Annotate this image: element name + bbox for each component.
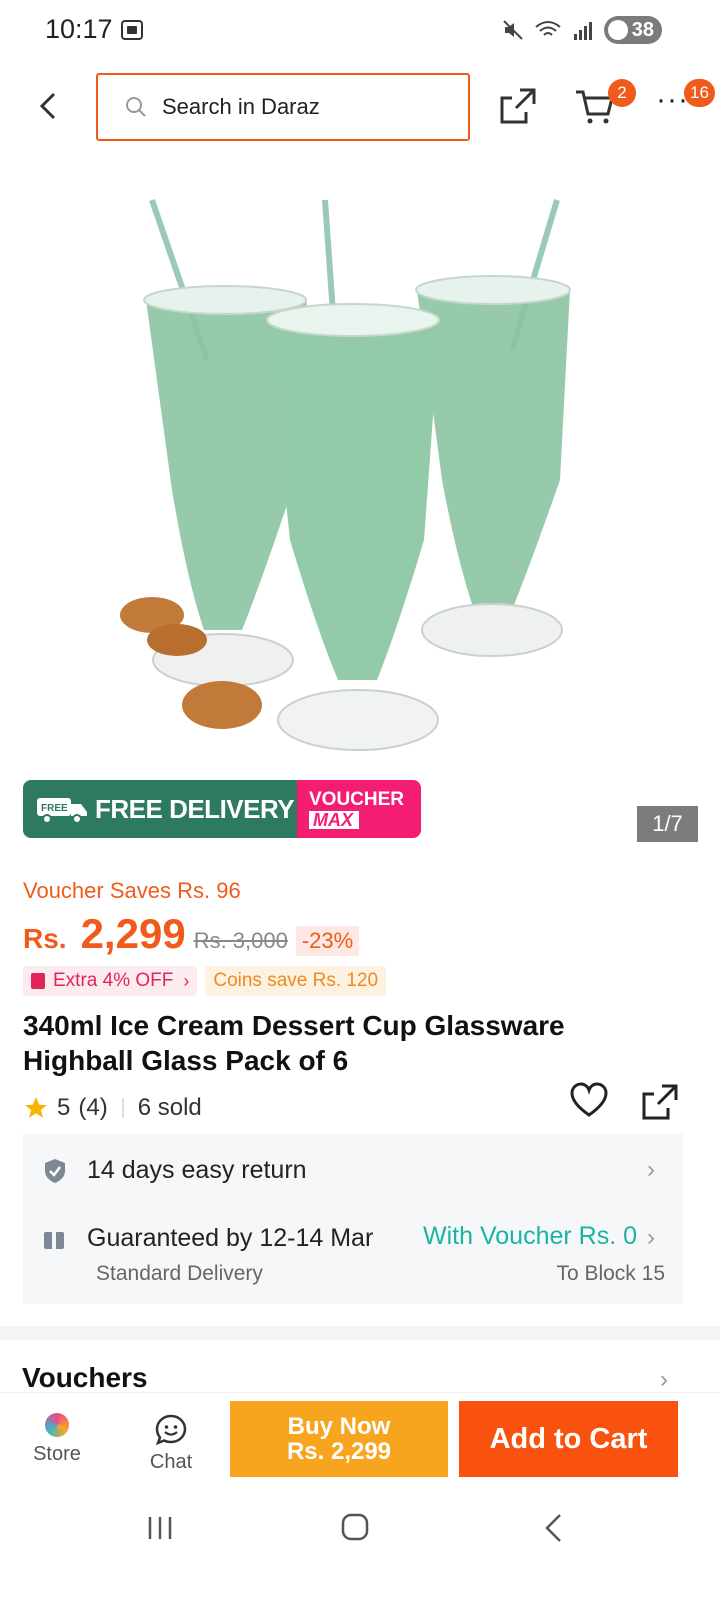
image-counter: 1/7	[637, 806, 698, 842]
chevron-right-icon: ›	[183, 970, 190, 991]
chat-button[interactable]: Chat	[136, 1413, 206, 1474]
section-divider	[0, 1326, 720, 1340]
chevron-right-icon[interactable]: ›	[660, 1366, 668, 1394]
voucher-shipping-text[interactable]: With Voucher Rs. 0	[423, 1222, 637, 1251]
shield-check-icon	[45, 1158, 65, 1183]
status-icons: 38	[502, 16, 662, 44]
delivery-guarantee-text: Guaranteed by 12-14 Mar	[87, 1224, 374, 1252]
notification-badge: 16	[684, 79, 715, 107]
product-image[interactable]	[112, 160, 598, 780]
search-icon	[126, 97, 146, 117]
wifi-icon	[535, 21, 561, 36]
free-tag: FREE	[41, 803, 68, 814]
mute-icon	[503, 20, 523, 40]
delivery-truck-icon: FREE	[37, 798, 87, 824]
buy-now-button[interactable]: Buy Now Rs. 2,299	[230, 1401, 448, 1477]
offer-chips: Extra 4% OFF › Coins save Rs. 120	[23, 966, 387, 996]
share-icon[interactable]	[498, 86, 538, 126]
top-nav: Search in Daraz 2 ··· 16	[0, 62, 720, 152]
search-input[interactable]: Search in Daraz	[96, 73, 470, 141]
battery-level: 38	[631, 18, 654, 41]
sold-count: 6 sold	[137, 1094, 202, 1121]
currency-label: Rs.	[23, 923, 67, 954]
coins-chip: Coins save Rs. 120	[205, 966, 387, 996]
max-label: MAX	[309, 810, 359, 829]
promo-banner: FREE FREE DELIVERY VOUCHER MAX	[23, 780, 421, 838]
free-delivery-label: FREE DELIVERY	[95, 793, 295, 824]
extra-off-label: Extra 4% OFF	[53, 970, 174, 991]
chevron-right-icon[interactable]: ›	[647, 1224, 655, 1252]
delivery-row[interactable]: Guaranteed by 12-14 Mar	[43, 1224, 373, 1253]
screen-record-icon	[121, 20, 143, 40]
bottom-action-bar: Store Chat Buy Now Rs. 2,299 Add to Cart	[0, 1392, 720, 1490]
discount-tag-icon	[31, 973, 45, 989]
home-icon[interactable]	[340, 1512, 370, 1542]
search-placeholder: Search in Daraz	[162, 94, 320, 119]
status-bar: 10:17 38	[0, 0, 720, 62]
system-nav-bar	[0, 1490, 720, 1600]
divider	[121, 1098, 124, 1118]
free-delivery-badge: FREE FREE DELIVERY	[23, 780, 297, 838]
delivery-type-text: Standard Delivery	[96, 1262, 263, 1285]
rating-score: 5	[57, 1094, 71, 1121]
current-price: 2,299	[80, 910, 186, 957]
store-logo-icon	[45, 1413, 69, 1437]
cart-count-badge: 2	[608, 79, 636, 107]
system-back-icon[interactable]	[542, 1512, 564, 1544]
service-info-card: 14 days easy return › Guaranteed by 12-1…	[23, 1134, 683, 1304]
star-icon	[25, 1097, 47, 1118]
add-to-cart-button[interactable]: Add to Cart	[459, 1401, 678, 1477]
wishlist-heart-icon[interactable]	[570, 1082, 608, 1118]
battery-indicator: 38	[603, 16, 662, 44]
back-arrow-icon[interactable]	[30, 86, 66, 126]
price-row: Rs. 2,299 Rs. 3,000 -23%	[23, 910, 360, 958]
product-title: 340ml Ice Cream Dessert Cup Glassware Hi…	[23, 1010, 565, 1076]
rating-row[interactable]: 5 (4) 6 sold	[23, 1094, 202, 1122]
store-button[interactable]: Store	[22, 1413, 92, 1466]
voucher-max-badge: VOUCHER MAX	[297, 780, 421, 838]
coins-label: Coins save Rs. 120	[213, 970, 379, 991]
vouchers-section-title[interactable]: Vouchers	[22, 1362, 148, 1394]
discount-badge: -23%	[295, 926, 360, 956]
signal-icon	[573, 22, 592, 40]
delivery-destination-text: To Block 15	[556, 1262, 665, 1285]
chat-smile-icon	[155, 1414, 187, 1446]
delivery-box-icon	[44, 1231, 64, 1249]
recent-apps-icon[interactable]	[146, 1514, 174, 1542]
battery-saver-icon	[607, 20, 628, 40]
voucher-label: VOUCHER	[309, 788, 405, 810]
chat-label: Chat	[149, 1451, 193, 1473]
return-policy-row[interactable]: 14 days easy return	[43, 1156, 307, 1185]
status-time: 10:17	[45, 14, 113, 44]
return-policy-text: 14 days easy return	[87, 1156, 307, 1184]
chevron-right-icon[interactable]: ›	[647, 1156, 655, 1184]
store-label: Store	[33, 1443, 81, 1465]
original-price: Rs. 3,000	[193, 928, 288, 953]
buy-now-label: Buy Now	[287, 1413, 391, 1440]
extra-off-chip[interactable]: Extra 4% OFF ›	[23, 966, 198, 996]
buy-now-price: Rs. 2,299	[286, 1438, 392, 1465]
share-product-icon[interactable]	[640, 1082, 680, 1122]
voucher-saves-text: Voucher Saves Rs. 96	[23, 878, 241, 903]
rating-count: (4)	[78, 1094, 108, 1121]
